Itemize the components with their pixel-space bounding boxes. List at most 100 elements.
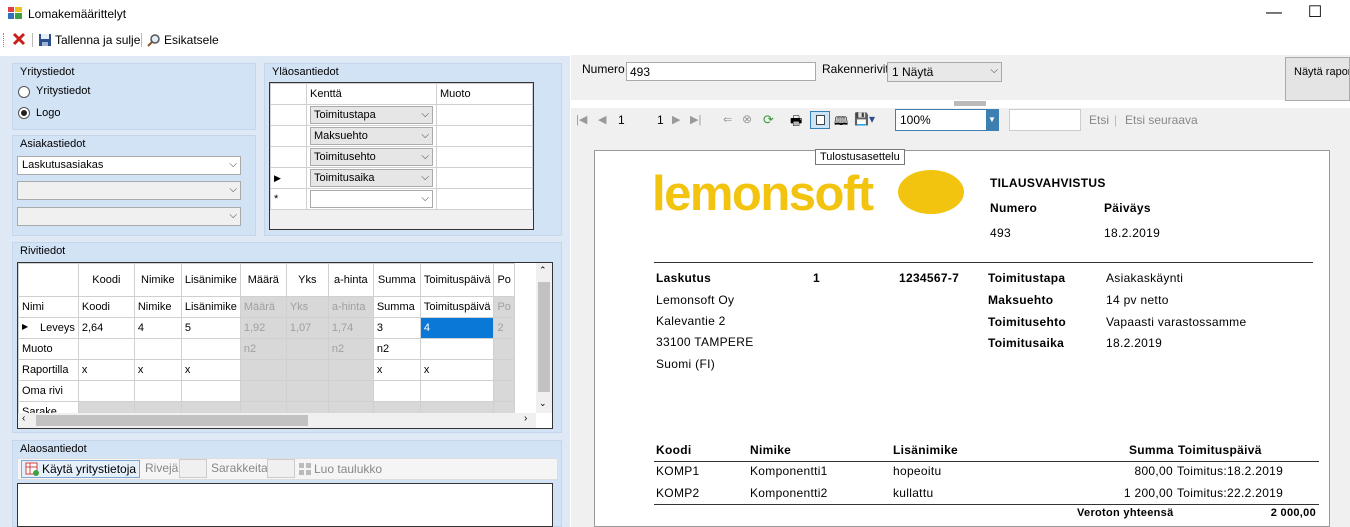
scroll-left-icon[interactable]: ‹ xyxy=(22,413,25,424)
columns-input[interactable] xyxy=(267,459,295,478)
radio-logo[interactable] xyxy=(18,107,30,119)
table-row[interactable]: Maksuehto ⌵ xyxy=(270,125,533,147)
scroll-up-icon[interactable]: ⌃ xyxy=(539,265,547,276)
grid-cell[interactable]: n2 xyxy=(372,338,421,360)
numero-input[interactable]: 493 xyxy=(626,62,816,81)
grid-cell[interactable]: Po xyxy=(493,296,515,318)
next-page-icon[interactable]: ▶ xyxy=(672,113,680,126)
maximize-button[interactable]: ☐ xyxy=(1300,4,1330,24)
grid-cell[interactable]: 4 xyxy=(133,317,182,339)
rows-input[interactable] xyxy=(179,459,207,478)
grid-cell[interactable]: 5 xyxy=(180,317,241,339)
create-table-button[interactable]: Luo taulukko xyxy=(299,460,382,478)
table-row[interactable]: Oma rivi xyxy=(18,380,515,402)
grid-cell[interactable] xyxy=(327,359,374,381)
grid-cell[interactable] xyxy=(239,359,287,381)
grid-cell[interactable] xyxy=(419,338,495,360)
grid-cell[interactable] xyxy=(493,380,515,402)
stop-icon[interactable]: ⊗ xyxy=(742,112,752,126)
grid-cell[interactable]: Summa xyxy=(372,296,421,318)
grid-cell[interactable]: a-hinta xyxy=(327,296,374,318)
grid-cell[interactable]: 4 xyxy=(419,317,495,339)
grid-cell[interactable] xyxy=(180,380,241,402)
grid-cell[interactable]: n2 xyxy=(239,338,287,360)
grid-cell[interactable] xyxy=(419,380,495,402)
table-row[interactable]: Toimitusehto ⌵ xyxy=(270,146,533,168)
show-report-button[interactable]: Näytä raport xyxy=(1285,57,1350,101)
export-icon[interactable]: 💾▾ xyxy=(854,112,875,126)
page-setup-icon[interactable]: 🕮 xyxy=(834,112,848,133)
field-select[interactable]: Maksuehto ⌵ xyxy=(310,127,433,145)
col-header[interactable]: Po xyxy=(493,263,515,297)
col-header[interactable]: Summa xyxy=(372,263,421,297)
grid-cell[interactable] xyxy=(180,338,241,360)
col-header[interactable]: a-hinta xyxy=(327,263,374,297)
grid-cell[interactable] xyxy=(77,380,135,402)
grid-cell[interactable]: Nimike xyxy=(133,296,182,318)
col-header[interactable]: Nimike xyxy=(133,263,182,297)
preview-button[interactable]: Esikatsele xyxy=(147,31,219,49)
field-select[interactable]: Toimitusaika ⌵ xyxy=(310,169,433,187)
find-input[interactable] xyxy=(1009,109,1081,131)
horizontal-scroll-thumb[interactable] xyxy=(36,415,308,426)
grid-cell[interactable]: Koodi xyxy=(77,296,135,318)
minimize-button[interactable]: — xyxy=(1259,4,1289,24)
splitter-handle[interactable] xyxy=(954,101,986,106)
prev-page-icon[interactable]: ◀ xyxy=(598,113,606,126)
grid-cell[interactable]: Toimituspäivä xyxy=(419,296,495,318)
close-x-icon[interactable] xyxy=(12,32,26,46)
new-row[interactable]: * ⌵ xyxy=(270,188,533,210)
customer-type-select[interactable]: Laskutusasiakas ⌵ xyxy=(17,156,241,175)
grid-cell[interactable]: Yks xyxy=(285,296,329,318)
grid-cell[interactable] xyxy=(133,380,182,402)
vertical-scroll-thumb[interactable] xyxy=(538,282,550,392)
table-row[interactable]: ▶ Toimitusaika ⌵ xyxy=(270,167,533,189)
print-icon[interactable]: 🖶 xyxy=(790,112,802,134)
table-row[interactable]: Toimitustapa ⌵ xyxy=(270,104,533,126)
zoom-select[interactable]: 100% ▼ xyxy=(895,109,999,131)
first-page-icon[interactable]: |◀ xyxy=(576,113,587,126)
grid-cell[interactable]: x xyxy=(419,359,495,381)
customer-select-2[interactable]: ⌵ xyxy=(17,181,241,200)
grid-cell[interactable] xyxy=(285,380,329,402)
grid-cell[interactable]: x xyxy=(372,359,421,381)
col-header[interactable]: Lisänimike xyxy=(180,263,241,297)
use-company-info-button[interactable]: Käytä yritystietoja xyxy=(21,460,141,478)
rakennerivit-select[interactable]: 1 Näytä ⌵ xyxy=(887,62,1002,82)
grid-cell[interactable] xyxy=(285,359,329,381)
col-header[interactable]: Yks xyxy=(285,263,329,297)
grid-cell[interactable]: 2 xyxy=(493,317,515,339)
grid-cell[interactable] xyxy=(327,380,374,402)
last-page-icon[interactable]: ▶| xyxy=(690,113,701,126)
scroll-down-icon[interactable]: ⌄ xyxy=(539,398,547,409)
grid-cell[interactable]: 1,92 xyxy=(239,317,287,339)
grid-cell[interactable]: x xyxy=(77,359,135,381)
grid-cell[interactable]: 3 xyxy=(372,317,421,339)
table-row[interactable]: ▶ Leveys 2,64 4 5 1,92 1,07 1,74 3 4 2 xyxy=(18,317,515,339)
find-button[interactable]: Etsi xyxy=(1089,113,1109,127)
grid-cell[interactable]: 1,74 xyxy=(327,317,374,339)
field-select[interactable]: Toimitusehto ⌵ xyxy=(310,148,433,166)
grid-cell[interactable]: x xyxy=(133,359,182,381)
grid-cell[interactable] xyxy=(77,338,135,360)
print-layout-button[interactable] xyxy=(810,111,830,129)
grid-cell[interactable] xyxy=(133,338,182,360)
grid-cell[interactable] xyxy=(493,359,515,381)
col-header[interactable]: Toimituspäivä xyxy=(419,263,495,297)
grid-cell[interactable]: x xyxy=(180,359,241,381)
field-select-new[interactable]: ⌵ xyxy=(310,190,433,208)
footer-content-area[interactable] xyxy=(17,483,553,527)
col-header[interactable]: Koodi xyxy=(77,263,135,297)
back-icon[interactable]: ⇐ xyxy=(723,113,732,126)
save-close-button[interactable]: Tallenna ja sulje xyxy=(38,31,140,49)
refresh-icon[interactable]: ⟳ xyxy=(763,112,774,128)
table-row[interactable]: Nimi Koodi Nimike Lisänimike Määrä Yks a-hinta… xyxy=(18,296,515,318)
col-header[interactable]: Määrä xyxy=(239,263,287,297)
grid-cell[interactable]: 2,64 xyxy=(77,317,135,339)
grid-cell[interactable]: n2 xyxy=(327,338,374,360)
grid-cell[interactable] xyxy=(239,380,287,402)
grid-cell[interactable]: Lisänimike xyxy=(180,296,241,318)
current-page[interactable]: 1 xyxy=(618,113,625,127)
radio-company-info[interactable] xyxy=(18,86,30,98)
table-row[interactable]: Muoto n2 n2 n2 xyxy=(18,338,515,360)
